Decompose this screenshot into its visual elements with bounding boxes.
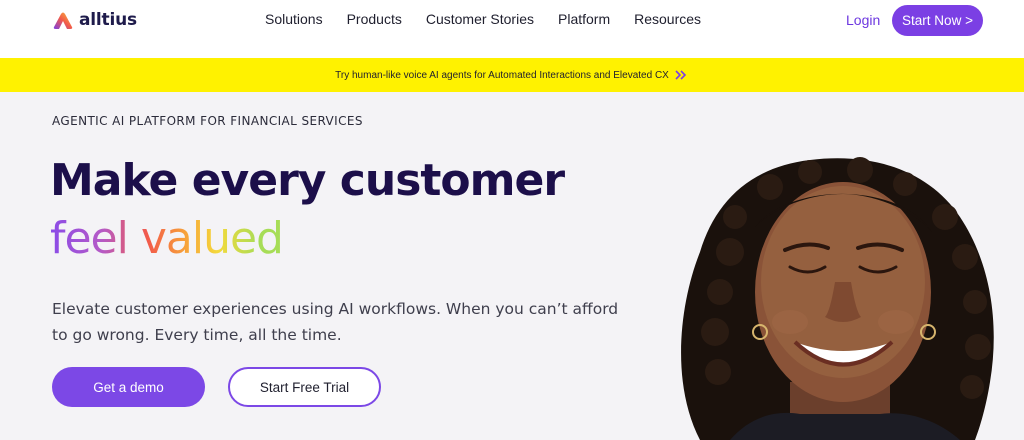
hero-section: AGENTIC AI PLATFORM FOR FINANCIAL SERVIC… [0,92,1024,440]
double-chevron-right-icon [675,70,686,80]
nav-link-products[interactable]: Products [347,11,402,27]
start-free-trial-button[interactable]: Start Free Trial [228,367,381,407]
nav-link-platform[interactable]: Platform [558,11,610,27]
nav-link-solutions[interactable]: Solutions [265,11,323,27]
brand-logo[interactable]: alltius [52,9,137,31]
top-navigation: alltius Solutions Products Customer Stor… [0,0,1024,58]
hero-portrait-image [681,157,994,440]
hero-subheading: Elevate customer experiences using AI wo… [52,300,619,344]
announcement-banner[interactable]: Try human-like voice AI agents for Autom… [0,58,1024,92]
main-menu: Solutions Products Customer Stories Plat… [265,11,701,27]
hero-headline: Make every customer [50,155,565,206]
get-demo-button[interactable]: Get a demo [52,367,205,407]
nav-link-customer-stories[interactable]: Customer Stories [426,11,534,27]
nav-link-resources[interactable]: Resources [634,11,701,27]
start-now-button[interactable]: Start Now > [892,5,983,36]
logo-text: alltius [79,10,137,30]
banner-text[interactable]: Try human-like voice AI agents for Autom… [335,70,669,81]
hero-eyebrow: AGENTIC AI PLATFORM FOR FINANCIAL SERVIC… [52,114,363,128]
hero-headline-gradient: feel valued [50,210,284,268]
login-link[interactable]: Login [846,12,880,28]
alltius-logo-icon [53,12,73,29]
